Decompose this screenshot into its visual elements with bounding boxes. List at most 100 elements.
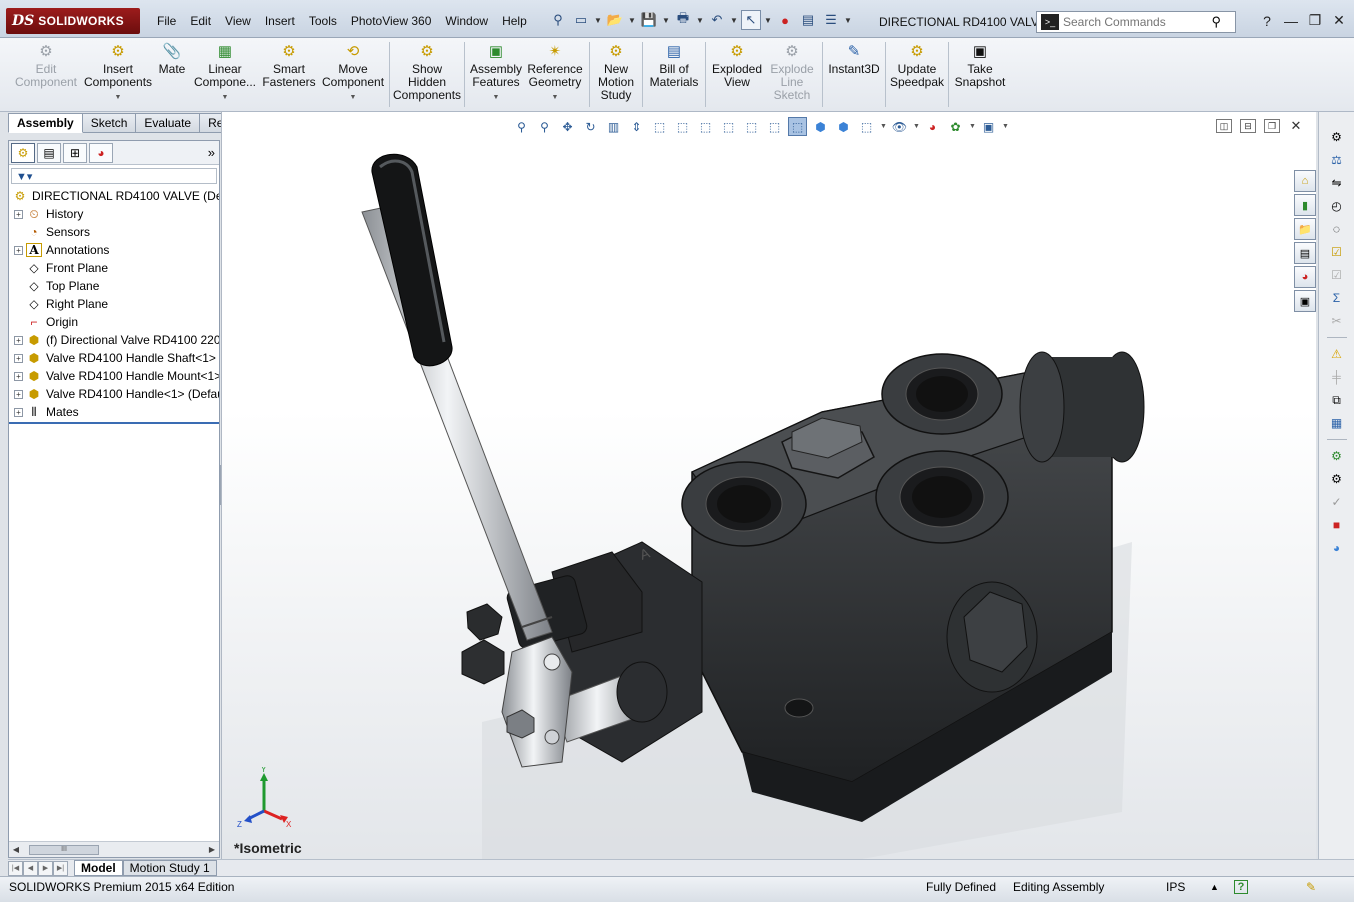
- save-dropdown-icon[interactable]: ▼: [662, 16, 670, 25]
- menu-insert[interactable]: Insert: [258, 14, 302, 28]
- left-view-cube-icon[interactable]: ⬚: [696, 117, 715, 136]
- instant3d-button[interactable]: ✎ Instant3D: [826, 38, 882, 111]
- display-manager-tab-icon[interactable]: ◕: [89, 142, 113, 163]
- menu-edit[interactable]: Edit: [183, 14, 218, 28]
- next-tab-icon[interactable]: ▶: [38, 860, 53, 876]
- valve-model-render[interactable]: A: [222, 112, 1316, 859]
- view-settings-icon[interactable]: ▣: [979, 117, 998, 136]
- pin-icon[interactable]: ⚲: [548, 10, 568, 30]
- new-dropdown-icon[interactable]: ▼: [594, 16, 602, 25]
- smart-fasteners-button[interactable]: ⚙ Smart Fasteners: [258, 38, 320, 111]
- tree-item-component[interactable]: + ⬢ Valve RD4100 Handle<1> (Defau: [9, 385, 219, 403]
- view-orientation-icon[interactable]: ⇕: [627, 117, 646, 136]
- tree-item-component[interactable]: + ⬢ Valve RD4100 Handle Mount<1>: [9, 367, 219, 385]
- insert-components-dropdown-icon[interactable]: ▼: [115, 91, 122, 104]
- menu-window[interactable]: Window: [438, 14, 495, 28]
- assembly-features-button[interactable]: ▣ Assembly Features ▼: [468, 38, 524, 111]
- custom-properties-icon[interactable]: ▣: [1294, 290, 1316, 312]
- undo-dropdown-icon[interactable]: ▼: [730, 16, 738, 25]
- menu-tools[interactable]: Tools: [302, 14, 344, 28]
- tree-horizontal-scrollbar[interactable]: ◀ III ▶: [9, 841, 219, 857]
- bill-of-materials-button[interactable]: ▤ Bill of Materials: [646, 38, 702, 111]
- tab-model[interactable]: Model: [74, 860, 123, 876]
- undo-icon[interactable]: ↶: [707, 10, 727, 30]
- right-view-cube-icon[interactable]: ⬚: [719, 117, 738, 136]
- search-commands-box[interactable]: >_ ⚲: [1036, 11, 1236, 33]
- expand-icon[interactable]: +: [14, 335, 23, 345]
- expand-icon[interactable]: +: [14, 389, 23, 399]
- print-icon[interactable]: 🖶: [673, 10, 693, 30]
- save-icon[interactable]: 💾: [639, 10, 659, 30]
- options-dropdown-icon[interactable]: ▼: [844, 16, 852, 25]
- restore-button[interactable]: ❐: [1306, 12, 1324, 29]
- exploded-view-button[interactable]: ⚙ Exploded View: [709, 38, 765, 111]
- property-manager-tab-icon[interactable]: ▤: [37, 142, 61, 163]
- move-component-dropdown-icon[interactable]: ▼: [350, 91, 357, 104]
- more-tabs-chevron-icon[interactable]: »: [208, 145, 215, 160]
- isometric-view-cube-icon[interactable]: ⬚: [788, 117, 807, 136]
- viewport-restore-icon[interactable]: ❐: [1264, 119, 1280, 133]
- performance-gauge-icon[interactable]: ◴: [1327, 197, 1347, 215]
- viewport-split-horizontal-icon[interactable]: ⊟: [1240, 119, 1256, 133]
- evaluate-tool-icon[interactable]: ⚙: [1327, 128, 1347, 146]
- first-tab-icon[interactable]: |◀: [8, 860, 23, 876]
- search-icon[interactable]: ⚲: [1211, 14, 1221, 30]
- compare-icon[interactable]: ⧉: [1327, 391, 1347, 409]
- tab-motion-study[interactable]: Motion Study 1: [122, 860, 217, 876]
- expand-icon[interactable]: +: [14, 209, 23, 219]
- tree-item-annotations[interactable]: + A Annotations: [9, 241, 219, 259]
- solidworks-logo[interactable]: DS SOLIDWORKS: [6, 8, 140, 34]
- assembly-features-dropdown-icon[interactable]: ▼: [493, 91, 500, 104]
- zoom-to-area-icon[interactable]: ⚲: [535, 117, 554, 136]
- show-hidden-components-button[interactable]: ⚙ Show Hidden Components: [393, 38, 461, 111]
- tree-item-component[interactable]: + ⬢ (f) Directional Valve RD4100 2201: [9, 331, 219, 349]
- scroll-thumb[interactable]: III: [29, 844, 99, 855]
- warning-icon[interactable]: ⚠: [1327, 345, 1347, 363]
- checkbox-icon[interactable]: ☑: [1327, 266, 1347, 284]
- tree-rollback-bar[interactable]: [9, 422, 219, 424]
- status-units[interactable]: IPS: [1166, 880, 1185, 894]
- menu-file[interactable]: File: [150, 14, 183, 28]
- select-pointer-icon[interactable]: ↖: [741, 10, 761, 30]
- tree-item-right-plane[interactable]: ◇ Right Plane: [9, 295, 219, 313]
- tab-evaluate[interactable]: Evaluate: [136, 113, 201, 133]
- check-circle-icon[interactable]: ✓: [1327, 493, 1347, 511]
- display-style-dropdown-icon[interactable]: ▼: [880, 123, 887, 130]
- search-input[interactable]: [1063, 15, 1193, 29]
- viewport-close-icon[interactable]: ✕: [1288, 118, 1304, 133]
- tab-assembly[interactable]: Assembly: [8, 113, 83, 133]
- quick-tips-help-icon[interactable]: ?: [1234, 880, 1248, 894]
- zoom-to-fit-icon[interactable]: ⚲: [512, 117, 531, 136]
- back-view-cube-icon[interactable]: ⬚: [673, 117, 692, 136]
- last-tab-icon[interactable]: ▶|: [53, 860, 68, 876]
- file-explorer-icon[interactable]: 📁: [1294, 218, 1316, 240]
- view-settings-dropdown-icon[interactable]: ▼: [1002, 123, 1009, 130]
- file-properties-icon[interactable]: ▤: [798, 10, 818, 30]
- interference-icon[interactable]: ◌: [1327, 220, 1347, 238]
- open-dropdown-icon[interactable]: ▼: [628, 16, 636, 25]
- view-palette-icon[interactable]: ▤: [1294, 242, 1316, 264]
- help-question-icon[interactable]: ?: [1258, 13, 1276, 29]
- hide-show-dropdown-icon[interactable]: ▼: [913, 123, 920, 130]
- appearances-scenes-icon[interactable]: ◕: [1294, 266, 1316, 288]
- tree-item-history[interactable]: + ⏲ History: [9, 205, 219, 223]
- expand-icon[interactable]: +: [14, 371, 23, 381]
- sim-setup-icon[interactable]: ⚙: [1327, 447, 1347, 465]
- new-motion-study-button[interactable]: ⚙ New Motion Study: [593, 38, 639, 111]
- mate-button[interactable]: 📎 Mate: [152, 38, 192, 111]
- edit-component-button[interactable]: ⚙ Edit Component: [8, 38, 84, 111]
- menu-help[interactable]: Help: [495, 14, 534, 28]
- disabled-tool-icon[interactable]: ✂: [1327, 312, 1347, 330]
- scene-icon[interactable]: ✿: [946, 117, 965, 136]
- linear-component-pattern-button[interactable]: ▦ Linear Compone... ▼: [192, 38, 258, 111]
- menu-photoview[interactable]: PhotoView 360: [344, 14, 439, 28]
- shaded-icon[interactable]: ⬢: [834, 117, 853, 136]
- sustainability-icon[interactable]: ⚙: [1327, 470, 1347, 488]
- scene-dropdown-icon[interactable]: ▼: [969, 123, 976, 130]
- color-square-icon[interactable]: ■: [1327, 516, 1347, 534]
- move-component-button[interactable]: ⟲ Move Component ▼: [320, 38, 386, 111]
- checklist-icon[interactable]: ☑: [1327, 243, 1347, 261]
- rebuild-pencil-icon[interactable]: ✎: [1306, 880, 1316, 894]
- tree-item-sensors[interactable]: ◔ Sensors: [9, 223, 219, 241]
- tree-item-component[interactable]: + ⬢ Valve RD4100 Handle Shaft<1> (: [9, 349, 219, 367]
